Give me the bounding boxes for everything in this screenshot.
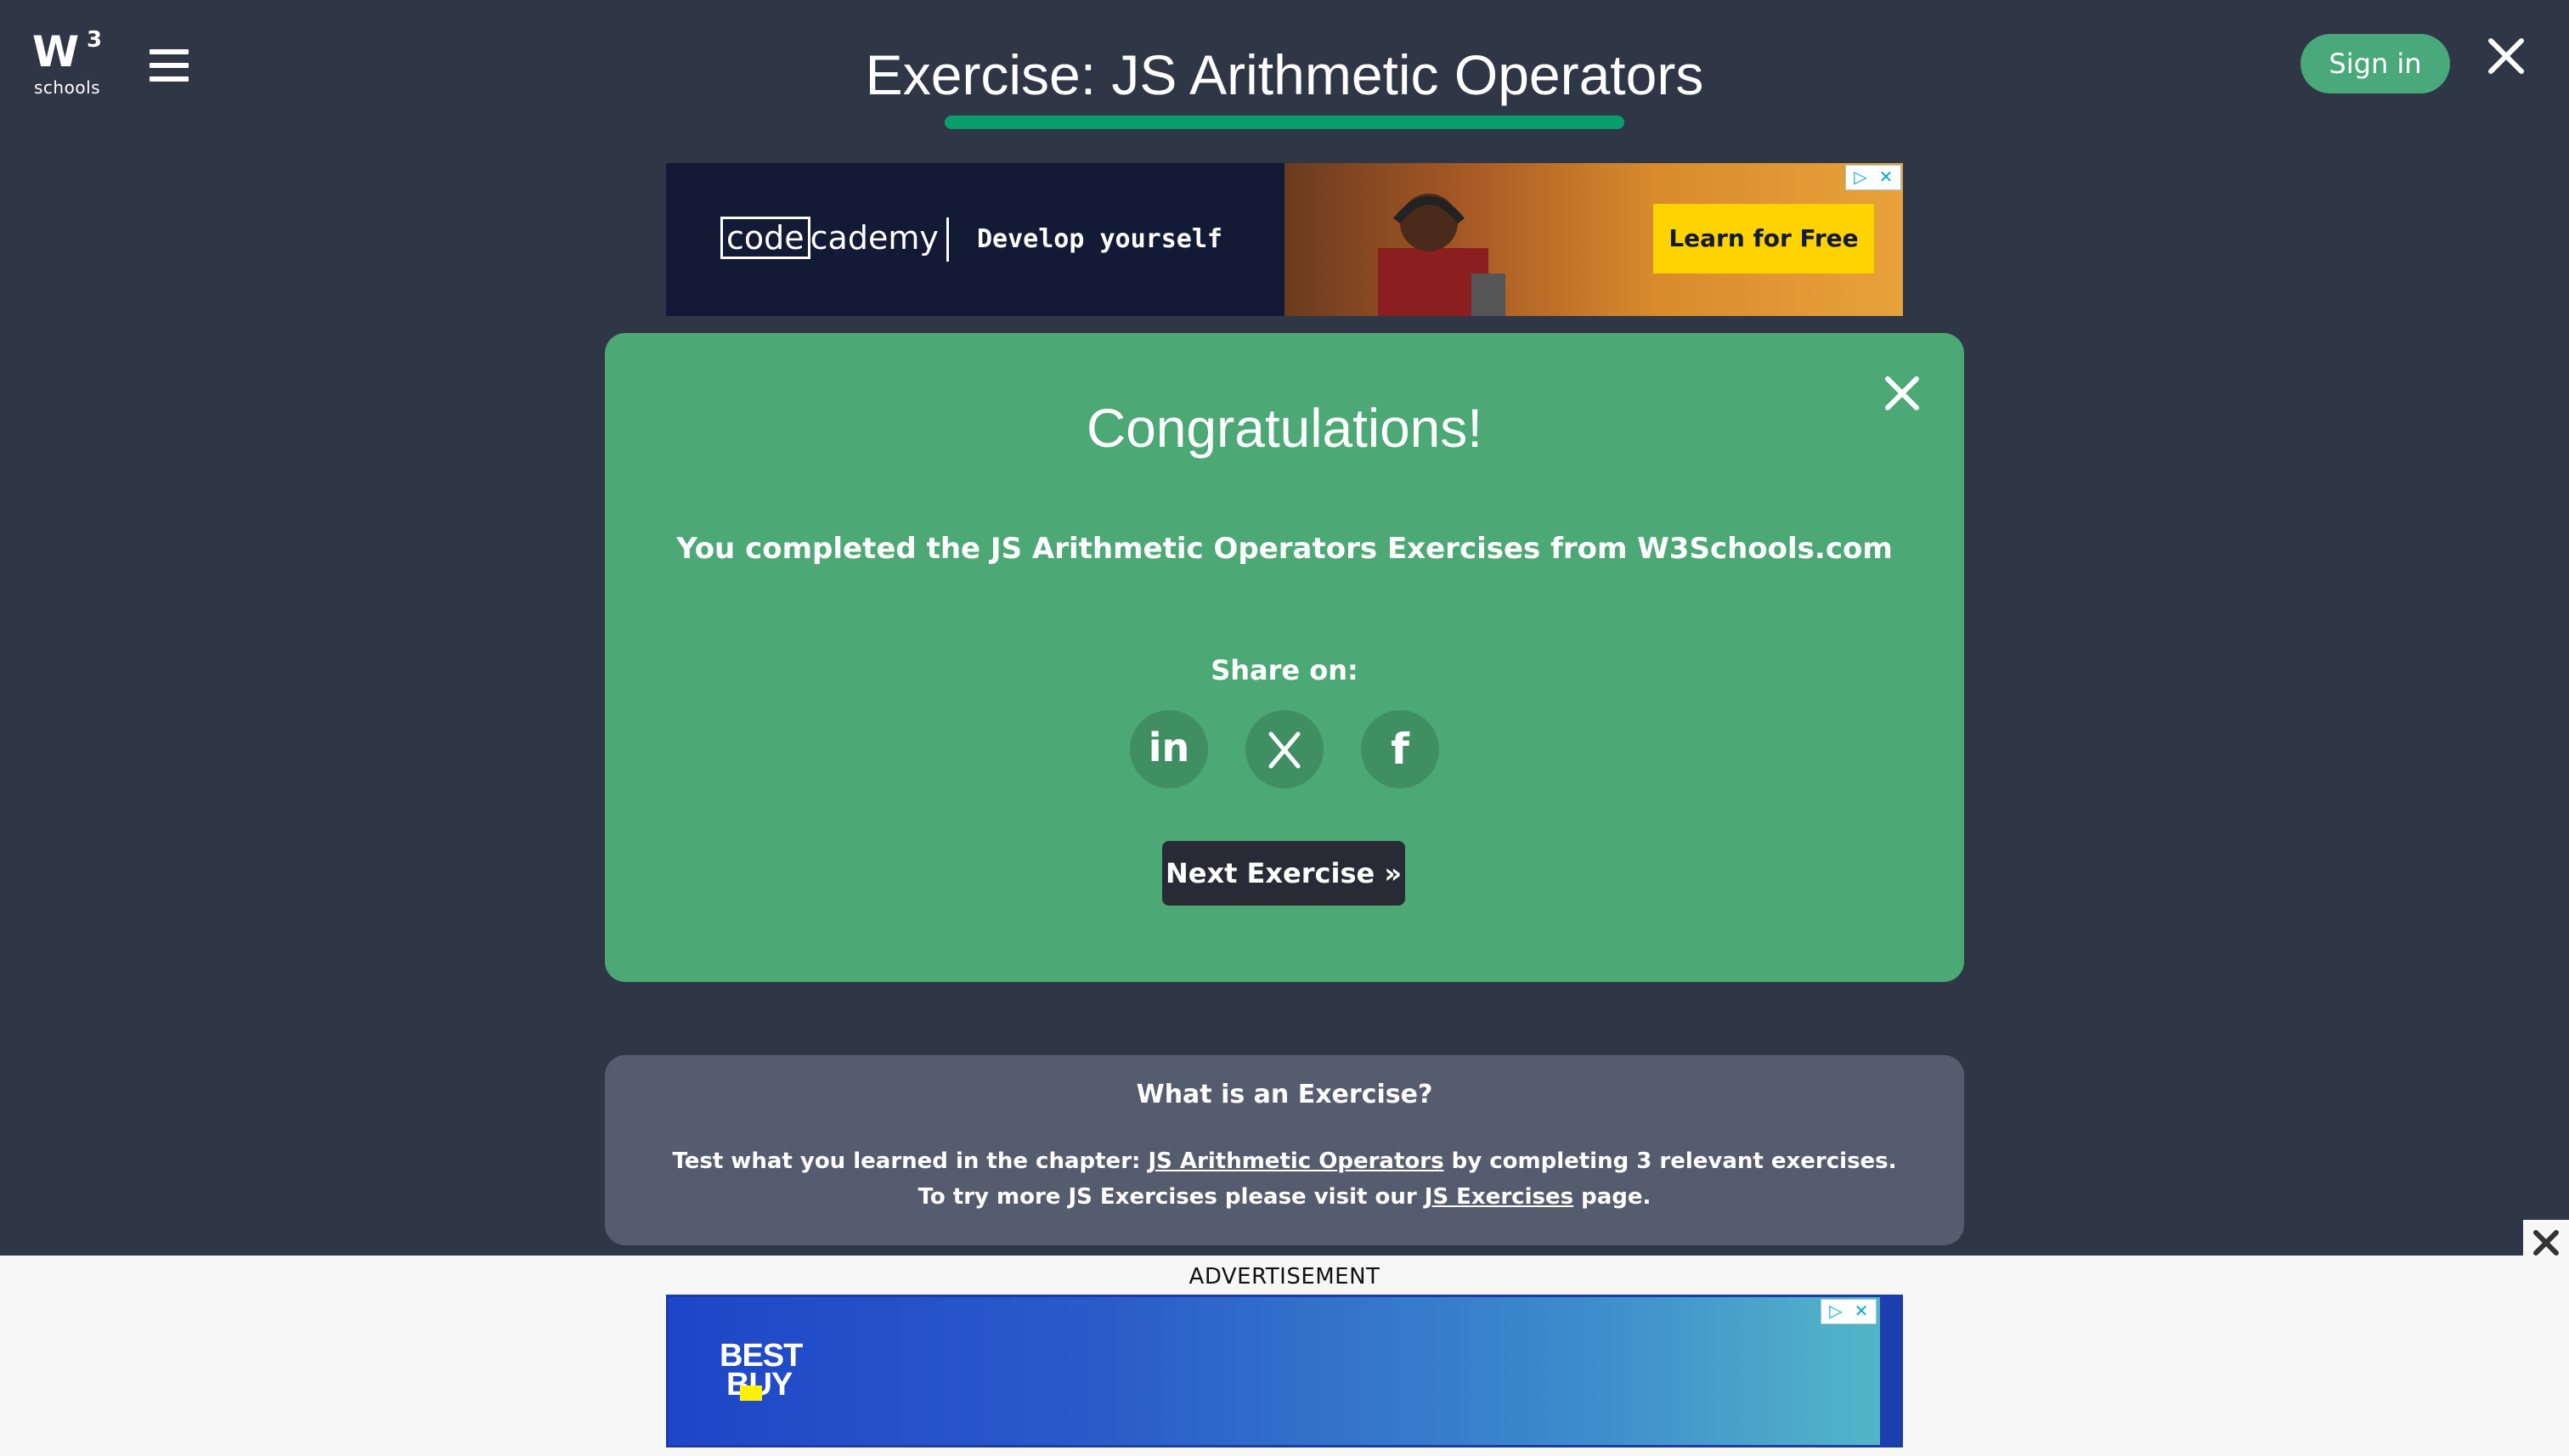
adchoices-icon[interactable]: ▷ ✕ xyxy=(1821,1299,1877,1324)
share-linkedin-button[interactable]: in xyxy=(1130,710,1208,788)
ad-edge xyxy=(1880,1297,1900,1445)
codecademy-logo: code cademy xyxy=(720,216,939,260)
bottom-ad-close-icon[interactable] xyxy=(2523,1220,2569,1266)
share-facebook-button[interactable]: f xyxy=(1361,710,1439,788)
x-icon xyxy=(1245,710,1324,788)
ad-tagline: Develop yourself xyxy=(977,224,1222,254)
learn-for-free-button[interactable]: Learn for Free xyxy=(1653,204,1874,274)
info-line-1: Test what you learned in the chapter: JS… xyxy=(672,1148,1897,1174)
person-with-laptop-image xyxy=(1378,194,1505,316)
facebook-icon: f xyxy=(1391,725,1409,774)
close-icon[interactable] xyxy=(2486,36,2527,76)
completion-message: You completed the JS Arithmetic Operator… xyxy=(676,532,1893,566)
bestbuy-tag-icon xyxy=(740,1385,762,1401)
js-arithmetic-operators-link[interactable]: JS Arithmetic Operators xyxy=(1148,1148,1443,1174)
info-line-2: To try more JS Exercises please visit ou… xyxy=(918,1184,1652,1210)
advertisement-label: ADVERTISEMENT xyxy=(1189,1264,1380,1290)
next-exercise-button[interactable]: Next Exercise » xyxy=(1162,841,1405,906)
info-title: What is an Exercise? xyxy=(1136,1080,1433,1109)
share-label: Share on: xyxy=(1211,654,1358,686)
bestbuy-ad-banner[interactable]: BEST BUY ▷ ✕ xyxy=(666,1295,1903,1448)
congratulations-heading: Congratulations! xyxy=(1086,398,1483,459)
js-exercises-link[interactable]: JS Exercises xyxy=(1425,1184,1573,1210)
linkedin-icon: in xyxy=(1148,725,1190,770)
share-x-button[interactable] xyxy=(1245,710,1324,788)
title-underline xyxy=(945,116,1624,129)
codecademy-ad-banner[interactable]: code cademy Develop yourself Learn for Fr… xyxy=(666,163,1903,316)
ad-divider xyxy=(946,217,949,262)
page-title: Exercise: JS Arithmetic Operators xyxy=(865,43,1704,106)
sign-in-button[interactable]: Sign in xyxy=(2301,34,2450,93)
adchoices-icon[interactable]: ▷ ✕ xyxy=(1845,165,1901,190)
